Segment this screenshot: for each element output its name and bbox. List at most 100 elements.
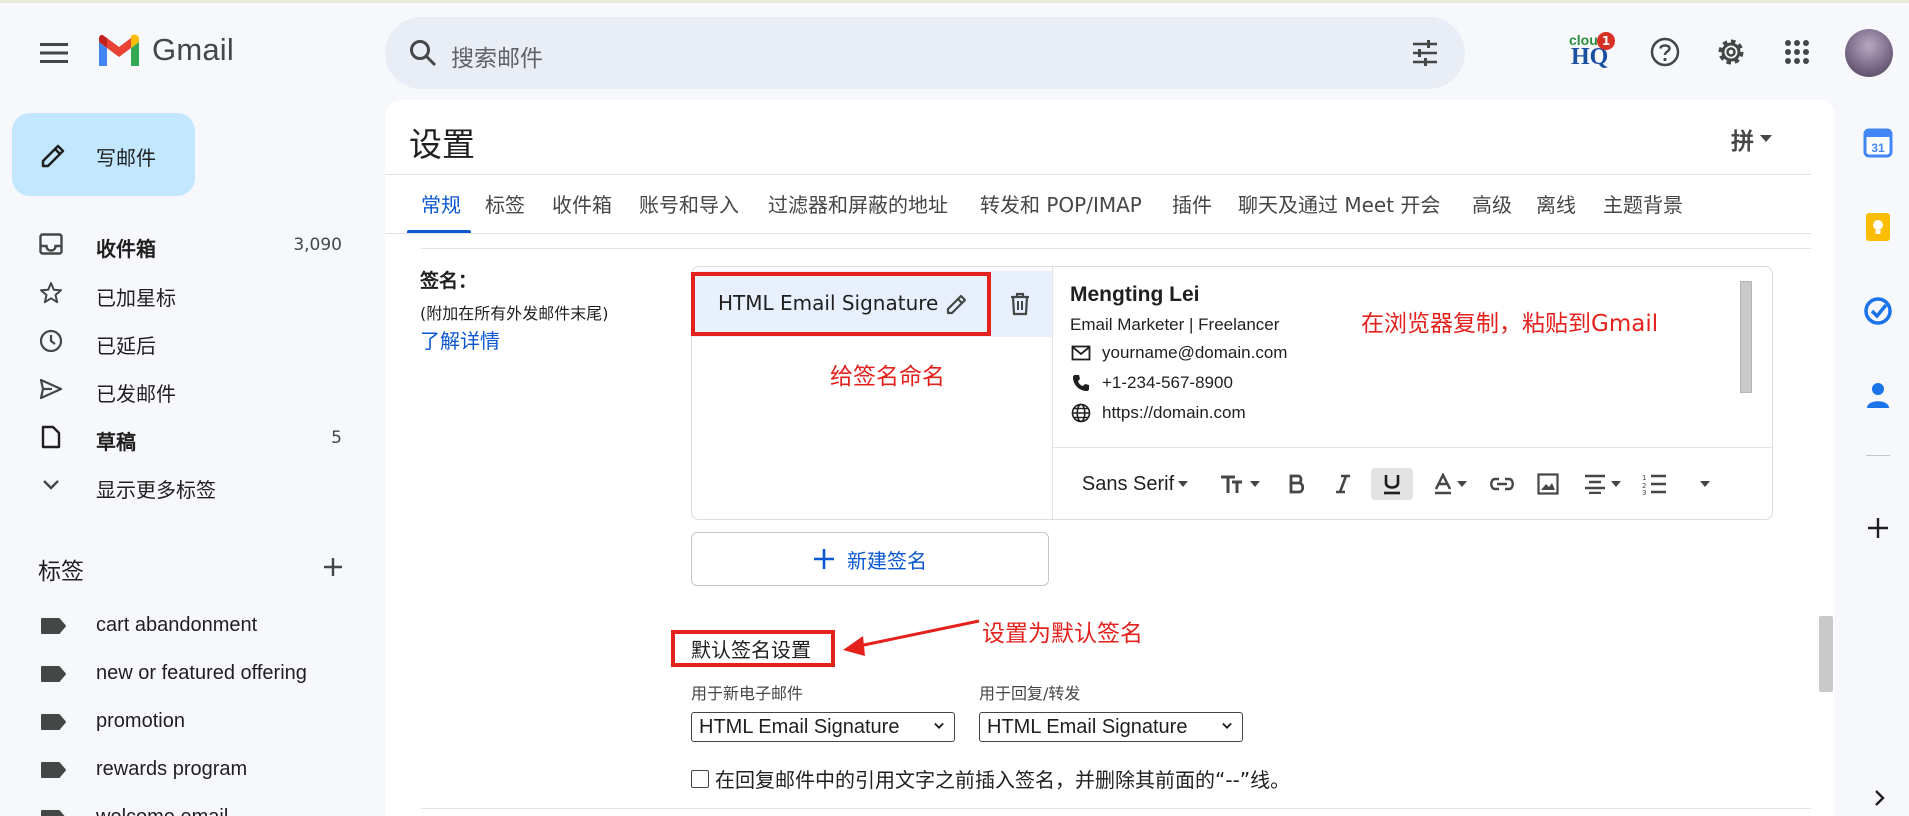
- caret-down-icon: [1457, 481, 1467, 487]
- label-tag-icon: [41, 762, 66, 778]
- main-menu-button[interactable]: [34, 33, 74, 73]
- bold-icon: [1289, 474, 1305, 494]
- more-formatting-button[interactable]: [1691, 468, 1719, 500]
- tab-offline[interactable]: 离线: [1536, 189, 1576, 218]
- new-mail-signature-select[interactable]: HTML Email Signature: [691, 712, 955, 742]
- insert-link-button[interactable]: [1485, 468, 1519, 500]
- signature-email-row[interactable]: yourname@domain.com: [1070, 341, 1287, 365]
- cloudhq-extension[interactable]: clou HQ 1: [1565, 30, 1615, 74]
- add-label-button[interactable]: [318, 552, 348, 582]
- plus-icon: [814, 549, 834, 569]
- nav-item-snoozed[interactable]: 已延后: [0, 319, 360, 363]
- font-size-button[interactable]: [1215, 468, 1265, 500]
- numbered-list-button[interactable]: 123: [1637, 468, 1671, 500]
- get-addons-button[interactable]: [1862, 512, 1894, 544]
- create-new-signature-label: 新建签名: [847, 548, 927, 573]
- tasks-app-button[interactable]: [1862, 295, 1894, 327]
- contacts-app-button[interactable]: [1862, 379, 1894, 411]
- learn-more-link[interactable]: 了解详情: [420, 325, 500, 354]
- editor-scrollbar[interactable]: [1740, 281, 1752, 393]
- label-item[interactable]: cart abandonment: [0, 605, 360, 645]
- compose-button[interactable]: 写邮件: [12, 113, 195, 196]
- tab-forwarding[interactable]: 转发和 POP/IMAP: [980, 189, 1142, 218]
- align-button[interactable]: [1577, 468, 1627, 500]
- signature-email: yourname@domain.com: [1102, 343, 1288, 362]
- nav-count: 5: [331, 428, 342, 448]
- globe-icon: [1070, 402, 1092, 424]
- tab-general[interactable]: 常规: [421, 189, 461, 218]
- tab-accounts[interactable]: 账号和导入: [639, 189, 739, 218]
- tab-chat-meet[interactable]: 聊天及通过 Meet 开会: [1238, 189, 1440, 218]
- caret-down-icon: [1611, 481, 1621, 487]
- chevron-down-icon: [38, 472, 64, 498]
- label-item[interactable]: promotion: [0, 701, 360, 741]
- delete-signature-button[interactable]: [1005, 289, 1035, 319]
- label-tag-icon: [41, 810, 65, 816]
- calendar-app-button[interactable]: 31: [1862, 127, 1894, 159]
- inbox-icon: [38, 231, 64, 257]
- tasks-check-icon: [1864, 297, 1892, 325]
- nav-item-drafts[interactable]: 草稿 5: [0, 415, 360, 459]
- settings-scrollbar[interactable]: [1819, 616, 1833, 692]
- signature-subheading: (附加在所有外发邮件末尾): [420, 304, 609, 323]
- reply-signature-select[interactable]: HTML Email Signature: [979, 712, 1243, 742]
- font-family-select[interactable]: Sans Serif: [1067, 468, 1203, 500]
- gear-icon: [1718, 39, 1744, 65]
- notification-badge: 1: [1597, 32, 1615, 50]
- label-item[interactable]: new or featured offering: [0, 653, 360, 693]
- insert-image-button[interactable]: [1531, 468, 1565, 500]
- signature-phone-row[interactable]: +1-234-567-8900: [1070, 371, 1233, 395]
- divider: [421, 248, 1811, 249]
- tab-advanced[interactable]: 高级: [1472, 189, 1512, 218]
- insert-before-quote-label: 在回复邮件中的引用文字之前插入签名，并删除其前面的“--”线。: [715, 768, 1291, 792]
- label-item[interactable]: welcome email: [0, 797, 360, 816]
- hide-side-panel-button[interactable]: [1870, 786, 1890, 810]
- chevron-down-icon: [934, 721, 944, 731]
- search-options-icon[interactable]: [1407, 35, 1443, 71]
- annotation-highlight-default-settings: [671, 630, 835, 667]
- apps-button[interactable]: [1777, 32, 1817, 72]
- image-icon: [1537, 473, 1559, 495]
- calendar-icon: 31: [1863, 128, 1893, 158]
- nav-item-sent[interactable]: 已发邮件: [0, 367, 360, 411]
- label-tag-icon: [41, 714, 66, 730]
- italic-button[interactable]: [1327, 468, 1359, 500]
- nav-item-more[interactable]: 显示更多标签: [0, 463, 360, 507]
- create-new-signature-button[interactable]: 新建签名: [691, 532, 1049, 586]
- text-size-icon: [1221, 475, 1242, 493]
- bold-button[interactable]: [1281, 468, 1313, 500]
- tab-themes[interactable]: 主题背景: [1603, 189, 1683, 218]
- underline-button[interactable]: [1371, 468, 1413, 500]
- input-tools-button[interactable]: 拼: [1731, 122, 1772, 156]
- insert-before-quote-checkbox[interactable]: [691, 769, 709, 788]
- tab-inbox[interactable]: 收件箱: [552, 189, 612, 218]
- label-item[interactable]: rewards program: [0, 749, 360, 789]
- chevron-down-icon: [1222, 721, 1232, 731]
- nav-item-inbox[interactable]: 收件箱 3,090: [0, 222, 360, 266]
- numbered-list-icon: 123: [1642, 474, 1666, 495]
- signature-person-role[interactable]: Email Marketer | Freelancer: [1070, 315, 1279, 335]
- search-input[interactable]: 搜索邮件: [451, 39, 543, 73]
- annotation-name-signature: 给签名命名: [830, 364, 945, 390]
- text-color-button[interactable]: [1427, 468, 1473, 500]
- signature-person-name[interactable]: Mengting Lei: [1070, 283, 1200, 307]
- insert-before-quote-option[interactable]: 在回复邮件中的引用文字之前插入签名，并删除其前面的“--”线。: [691, 764, 1290, 793]
- signature-website-row[interactable]: https://domain.com: [1070, 401, 1246, 425]
- nav-label: 收件箱: [96, 237, 156, 261]
- signature-phone: +1-234-567-8900: [1102, 373, 1233, 392]
- keep-app-button[interactable]: [1862, 211, 1894, 243]
- page-title: 设置: [409, 125, 475, 164]
- search-icon[interactable]: [405, 35, 441, 71]
- tab-filters[interactable]: 过滤器和屏蔽的地址: [768, 189, 948, 218]
- clock-icon: [38, 328, 64, 354]
- gmail-logo[interactable]: Gmail: [96, 32, 234, 68]
- label-name: new or featured offering: [96, 662, 307, 684]
- nav-item-starred[interactable]: 已加星标: [0, 271, 360, 315]
- search-bar[interactable]: 搜索邮件: [385, 17, 1465, 89]
- top-border: [0, 0, 1909, 3]
- tab-labels[interactable]: 标签: [485, 189, 525, 218]
- account-avatar[interactable]: [1845, 29, 1893, 77]
- tab-addons[interactable]: 插件: [1172, 189, 1212, 218]
- settings-button[interactable]: [1711, 32, 1751, 72]
- help-button[interactable]: [1645, 32, 1685, 72]
